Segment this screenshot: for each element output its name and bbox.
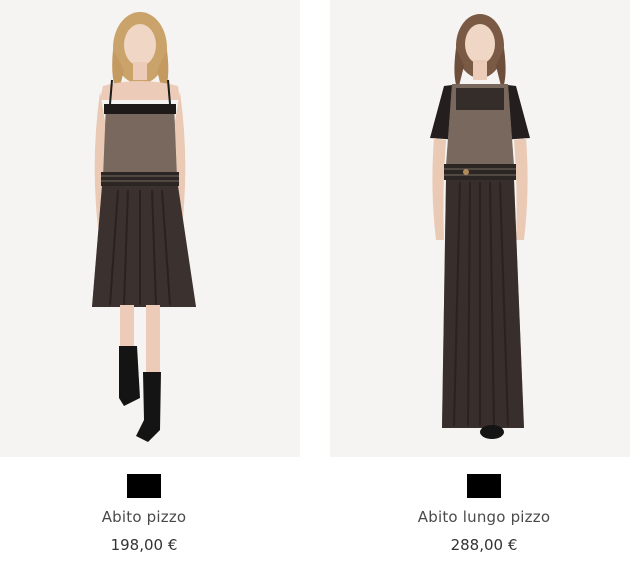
product-card[interactable]: Abito pizzo 198,00 € xyxy=(0,0,300,569)
product-price: 288,00 € xyxy=(450,536,518,554)
product-card[interactable]: Abito lungo pizzo 288,00 € xyxy=(330,0,630,569)
product-name[interactable]: Abito pizzo xyxy=(0,508,294,530)
product-price: 198,00 € xyxy=(110,536,178,554)
product-name[interactable]: Abito lungo pizzo xyxy=(334,508,634,530)
color-swatch-black[interactable] xyxy=(127,474,161,498)
model-figure-short-dress xyxy=(92,12,196,442)
color-swatch-black[interactable] xyxy=(467,474,501,498)
model-figure-long-dress xyxy=(430,14,530,439)
product-image[interactable] xyxy=(0,0,300,457)
product-image[interactable] xyxy=(330,0,630,457)
